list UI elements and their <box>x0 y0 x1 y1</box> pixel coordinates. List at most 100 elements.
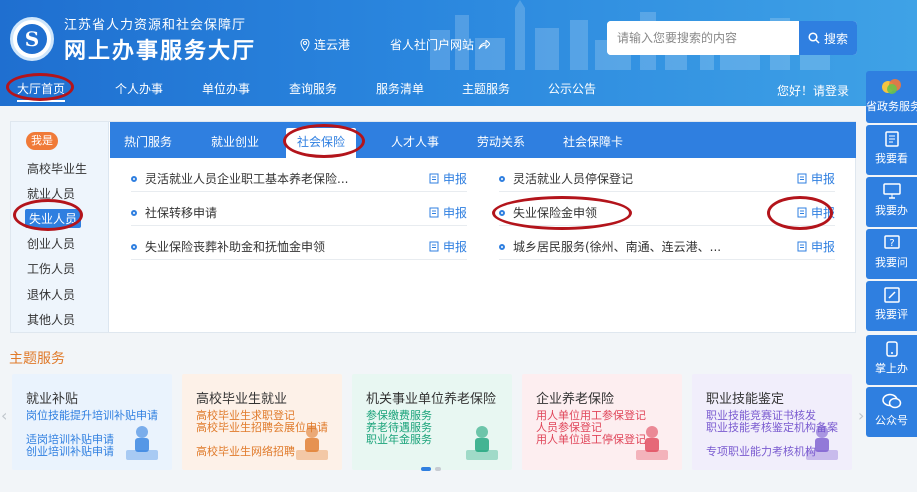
search-button[interactable]: 搜索 <box>799 21 857 55</box>
nav-item-theme[interactable]: 主题服务 <box>462 80 510 97</box>
carousel-dots <box>421 467 441 471</box>
portal-link-label: 省人社门户网站 <box>390 38 475 52</box>
theme-card-title: 企业养老保险 <box>536 392 615 407</box>
document-icon <box>797 173 807 184</box>
service-row[interactable]: 失业保险金申领 申报 <box>499 200 835 226</box>
sidebar-item-entrepreneur[interactable]: 创业人员 <box>27 235 75 252</box>
document-icon <box>429 207 439 218</box>
ask-button[interactable]: ? 我要问 <box>866 229 917 279</box>
tab-social-insurance[interactable]: 社会保险 <box>286 128 357 161</box>
carousel-next-icon[interactable]: › <box>858 406 864 425</box>
theme-card[interactable]: 高校毕业生就业 高校毕业生求职登记 高校毕业生招聘会展位申请 高校毕业生网络招聘 <box>182 374 342 470</box>
sidebar-item-graduate[interactable]: 高校毕业生 <box>27 160 87 177</box>
illustration-icon <box>296 426 328 460</box>
nav-item-personal[interactable]: 个人办事 <box>115 80 163 97</box>
apply-button[interactable]: 申报 <box>797 204 835 221</box>
theme-section-title: 主题服务 <box>9 351 65 367</box>
apply-button[interactable]: 申报 <box>797 238 835 255</box>
bullet-icon <box>131 175 137 182</box>
illustration-icon <box>806 426 838 460</box>
service-name: 失业保险丧葬补助金和抚恤金申领 <box>145 240 326 254</box>
apply-label: 申报 <box>810 240 835 254</box>
search-button-label: 搜索 <box>823 31 848 46</box>
theme-card-title: 职业技能鉴定 <box>706 392 785 407</box>
apply-button[interactable]: 申报 <box>429 170 467 187</box>
sidebar-item-retired[interactable]: 退休人员 <box>27 286 75 303</box>
service-row[interactable]: 社保转移申请 申报 <box>131 200 467 226</box>
login-link[interactable]: 您好！请登录 <box>777 82 849 99</box>
apply-label: 申报 <box>810 172 835 186</box>
mobile-label: 掌上办 <box>875 362 908 375</box>
apply-label: 申报 <box>442 206 467 220</box>
tab-labor[interactable]: 劳动关系 <box>477 133 525 150</box>
sidebar-item-other[interactable]: 其他人员 <box>27 311 75 328</box>
apply-label: 申报 <box>442 240 467 254</box>
location-label: 连云港 <box>314 38 351 52</box>
tab-hot[interactable]: 热门服务 <box>124 133 172 150</box>
wechat-label: 公众号 <box>875 414 908 427</box>
document-icon <box>429 241 439 252</box>
carousel-dot[interactable] <box>435 467 441 471</box>
service-row[interactable]: 失业保险丧葬补助金和抚恤金申领 申报 <box>131 234 467 260</box>
look-button[interactable]: 我要看 <box>866 125 917 175</box>
tab-employment[interactable]: 就业创业 <box>211 133 259 150</box>
search-input[interactable] <box>607 21 799 55</box>
illustration-icon <box>126 426 158 460</box>
handle-button[interactable]: 我要办 <box>866 177 917 227</box>
theme-card[interactable]: 机关事业单位养老保险 参保缴费服务 养老待遇服务 职业年金服务 <box>352 374 512 470</box>
carousel-prev-icon[interactable]: ‹ <box>1 406 7 425</box>
document-icon <box>429 173 439 184</box>
role-badge: 我是 <box>26 132 58 150</box>
theme-card[interactable]: 职业技能鉴定 职业技能竞赛证书核发 职业技能考核鉴定机构备案 专项职业能力考核机构 <box>692 374 852 470</box>
sidebar-item-employed[interactable]: 就业人员 <box>27 185 75 202</box>
nav-item-home[interactable]: 大厅首页 <box>17 80 66 102</box>
service-row[interactable]: 灵活就业人员停保登记 申报 <box>499 166 835 192</box>
nav-item-unit[interactable]: 单位办事 <box>202 80 250 97</box>
bullet-icon <box>499 175 505 182</box>
site-logo[interactable]: S <box>10 17 54 61</box>
header: S 江苏省人力资源和社会保障厅 网上办事服务大厅 连云港 省人社门户网站 搜索 … <box>0 0 917 106</box>
illustration-icon <box>636 426 668 460</box>
sidebar-item-injured[interactable]: 工伤人员 <box>27 260 75 277</box>
portal-link[interactable]: 省人社门户网站 <box>390 36 491 53</box>
theme-card[interactable]: 企业养老保险 用人单位用工参保登记 人员参保登记 用人单位退工停保登记 <box>522 374 682 470</box>
service-name: 失业保险金申领 <box>513 206 598 220</box>
nav-item-service-list[interactable]: 服务清单 <box>376 80 424 97</box>
apply-button[interactable]: 申报 <box>797 170 835 187</box>
service-tabs: 热门服务 就业创业 社会保险 人才人事 劳动关系 社会保障卡 <box>110 122 856 161</box>
theme-card-title: 就业补贴 <box>26 392 79 407</box>
service-panel: 我是 高校毕业生 就业人员 失业人员 创业人员 工伤人员 退休人员 其他人员 热… <box>10 121 856 333</box>
location-selector[interactable]: 连云港 <box>300 36 350 53</box>
gov-service-button[interactable]: 省政务服务 <box>866 71 917 123</box>
service-name: 城乡居民服务(徐州、南通、连云港、... <box>513 240 722 254</box>
apply-label: 申报 <box>810 206 835 220</box>
mobile-button[interactable]: 掌上办 <box>866 335 917 385</box>
sidebar-item-unemployed[interactable]: 失业人员 <box>25 209 82 228</box>
carousel-dot[interactable] <box>421 467 431 471</box>
tab-talent[interactable]: 人才人事 <box>391 133 439 150</box>
question-icon: ? <box>883 235 900 249</box>
search-icon <box>808 32 820 44</box>
service-name: 社保转移申请 <box>145 206 218 220</box>
service-name: 灵活就业人员停保登记 <box>513 172 634 186</box>
tab-social-card[interactable]: 社会保障卡 <box>563 133 623 150</box>
apply-button[interactable]: 申报 <box>429 204 467 221</box>
nav-item-notice[interactable]: 公示公告 <box>548 80 596 97</box>
nav-item-query[interactable]: 查询服务 <box>289 80 337 97</box>
mobile-icon <box>885 341 898 357</box>
handle-label: 我要办 <box>875 204 908 217</box>
theme-card[interactable]: 就业补贴 岗位技能提升培训补贴申请 适岗培训补贴申请 创业培训补贴申请 <box>12 374 172 470</box>
look-label: 我要看 <box>875 152 908 165</box>
review-label: 我要评 <box>875 308 908 321</box>
bullet-icon <box>131 209 137 216</box>
gov-service-label: 省政务服务 <box>866 100 917 113</box>
search-box: 搜索 <box>607 21 857 55</box>
svg-text:?: ? <box>889 238 894 249</box>
document-icon <box>884 131 899 147</box>
wechat-button[interactable]: 公众号 <box>866 387 917 437</box>
illustration-icon <box>466 426 498 460</box>
review-button[interactable]: 我要评 <box>866 281 917 331</box>
service-row[interactable]: 灵活就业人员企业职工基本养老保险... 申报 <box>131 166 467 192</box>
apply-button[interactable]: 申报 <box>429 238 467 255</box>
service-row[interactable]: 城乡居民服务(徐州、南通、连云港、... 申报 <box>499 234 835 260</box>
